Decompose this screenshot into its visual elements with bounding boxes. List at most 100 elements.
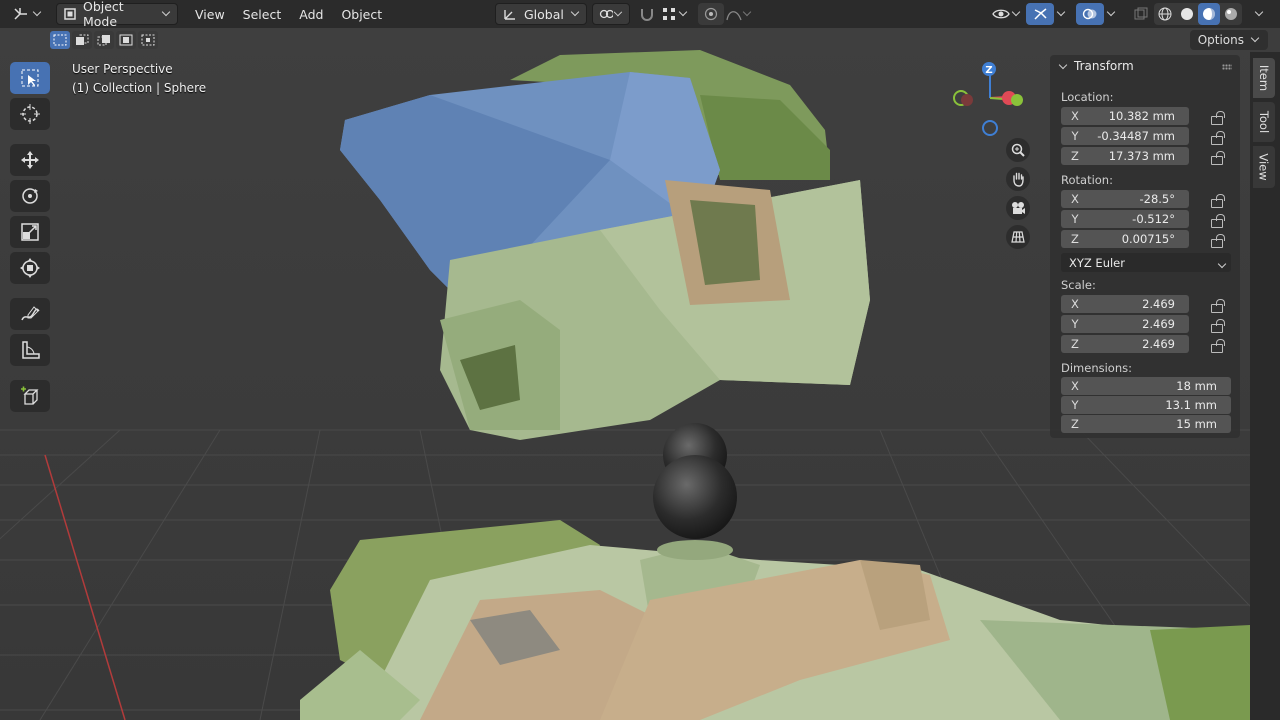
tab-item[interactable]: Item [1253, 58, 1275, 98]
xray-toggle[interactable] [1128, 3, 1154, 25]
orientation-label: Global [524, 6, 564, 22]
gizmo-icon [1034, 8, 1047, 20]
measure-icon [22, 341, 40, 359]
orientation-dropdown[interactable]: Global [495, 3, 587, 25]
dimensions-y-field[interactable]: Y 13.1 mm [1061, 396, 1231, 414]
shading-rendered[interactable] [1220, 3, 1242, 25]
tab-view[interactable]: View [1253, 146, 1275, 188]
dimensions-z-field[interactable]: Z 15 mm [1061, 415, 1231, 433]
transform-tool[interactable] [10, 252, 50, 284]
camera-view-button[interactable] [1006, 196, 1030, 220]
select-mode-extend[interactable] [72, 31, 92, 49]
location-x-lock-icon[interactable] [1210, 111, 1224, 125]
move-icon [21, 151, 39, 169]
pivot-icon [599, 9, 614, 19]
ortho-toggle-button[interactable] [1006, 225, 1030, 249]
rotation-x-lock-icon[interactable] [1210, 194, 1224, 208]
menu-object[interactable]: Object [332, 7, 391, 22]
mode-label: Object Mode [83, 0, 124, 29]
menu-view[interactable]: View [186, 7, 234, 22]
overlays-icon [1082, 8, 1097, 20]
select-invert-icon [119, 34, 133, 46]
xray-icon [1134, 7, 1148, 20]
shading-material[interactable] [1198, 3, 1220, 25]
move-tool[interactable] [10, 144, 50, 176]
select-mode-new[interactable] [50, 31, 70, 49]
header-menus: View Select Add Object [186, 7, 391, 22]
tool-settings-bar [0, 28, 1280, 52]
proportional-edit-icon [704, 7, 718, 21]
rotation-y-field[interactable]: Y -0.512° [1061, 210, 1189, 228]
options-dropdown[interactable]: Options [1189, 30, 1268, 50]
scale-x-field[interactable]: X 2.469 [1061, 295, 1189, 313]
location-y-field[interactable]: Y -0.34487 mm [1061, 127, 1189, 145]
gizmo-neg-z-handle [982, 120, 998, 136]
options-label: Options [1197, 33, 1244, 47]
rotation-y-lock-icon[interactable] [1210, 214, 1224, 228]
overlays-dropdown[interactable] [1100, 3, 1122, 25]
menu-select[interactable]: Select [234, 7, 291, 22]
rotate-tool[interactable] [10, 180, 50, 212]
pan-button[interactable] [1006, 167, 1030, 191]
cursor-tool[interactable] [10, 98, 50, 130]
select-box-tool[interactable] [10, 62, 50, 94]
select-intersect-icon [141, 34, 155, 46]
collapse-chevron-icon [1058, 60, 1068, 69]
add-cube-icon [21, 386, 39, 405]
scale-y-field[interactable]: Y 2.469 [1061, 315, 1189, 333]
select-mode-subtract[interactable] [94, 31, 114, 49]
select-subtract-icon [97, 35, 110, 46]
scale-icon [21, 223, 39, 241]
location-y-lock-icon[interactable] [1210, 131, 1224, 145]
rotation-mode-dropdown[interactable]: XYZ Euler [1061, 253, 1231, 272]
axes-editor-icon [14, 8, 27, 20]
location-z-field[interactable]: Z 17.373 mm [1061, 147, 1189, 165]
select-box-icon [21, 69, 39, 87]
scale-y-lock-icon[interactable] [1210, 319, 1224, 333]
falloff-dropdown[interactable] [720, 3, 758, 25]
select-mode-invert[interactable] [116, 31, 136, 49]
pivot-dropdown[interactable] [592, 3, 630, 25]
rotation-z-lock-icon[interactable] [1210, 234, 1224, 248]
add-cube-tool[interactable] [10, 380, 50, 412]
gizmo-dropdown[interactable] [1050, 3, 1072, 25]
eye-icon [992, 9, 1010, 19]
shading-dropdown[interactable] [1248, 3, 1270, 25]
tab-tool-label: Tool [1257, 110, 1271, 134]
scale-tool[interactable] [10, 216, 50, 248]
select-mode-intersect[interactable] [138, 31, 158, 49]
menu-add[interactable]: Add [290, 7, 332, 22]
dimensions-x-field[interactable]: X 18 mm [1061, 377, 1231, 395]
rotate-icon [22, 188, 38, 204]
select-extend-icon [76, 34, 89, 45]
tab-tool[interactable]: Tool [1253, 102, 1275, 142]
editor-type-dropdown[interactable] [6, 3, 48, 25]
shading-wireframe[interactable] [1154, 3, 1176, 25]
dimensions-label: Dimensions: [1061, 361, 1132, 375]
gizmo-y-handle [1011, 94, 1023, 106]
sphere-large [653, 455, 737, 539]
visibility-dropdown[interactable] [986, 3, 1027, 25]
shading-solid[interactable] [1176, 3, 1198, 25]
annotate-tool[interactable] [10, 298, 50, 330]
material-sphere-icon [1203, 8, 1215, 20]
camera-icon [1012, 202, 1025, 214]
scale-x-lock-icon[interactable] [1210, 299, 1224, 313]
left-toolbar [10, 62, 50, 412]
rotation-z-field[interactable]: Z 0.00715° [1061, 230, 1189, 248]
mode-dropdown[interactable]: Object Mode [56, 0, 178, 29]
drag-grip-icon[interactable] [1222, 64, 1232, 70]
navigation-gizmo[interactable]: Z [945, 58, 1035, 148]
transform-panel-header[interactable]: Transform [1050, 55, 1240, 77]
sidebar-tabs: Item Tool View [1250, 52, 1280, 720]
measure-tool[interactable] [10, 334, 50, 366]
orientation-icon [504, 10, 515, 20]
scale-z-field[interactable]: Z 2.469 [1061, 335, 1189, 353]
rotation-x-field[interactable]: X -28.5° [1061, 190, 1189, 208]
zoom-button[interactable] [1006, 138, 1030, 162]
location-z-lock-icon[interactable] [1210, 151, 1224, 165]
rendered-sphere-icon [1225, 8, 1237, 20]
snap-target-dropdown[interactable] [656, 3, 694, 25]
scale-z-lock-icon[interactable] [1210, 339, 1224, 353]
location-x-field[interactable]: X 10.382 mm [1061, 107, 1189, 125]
